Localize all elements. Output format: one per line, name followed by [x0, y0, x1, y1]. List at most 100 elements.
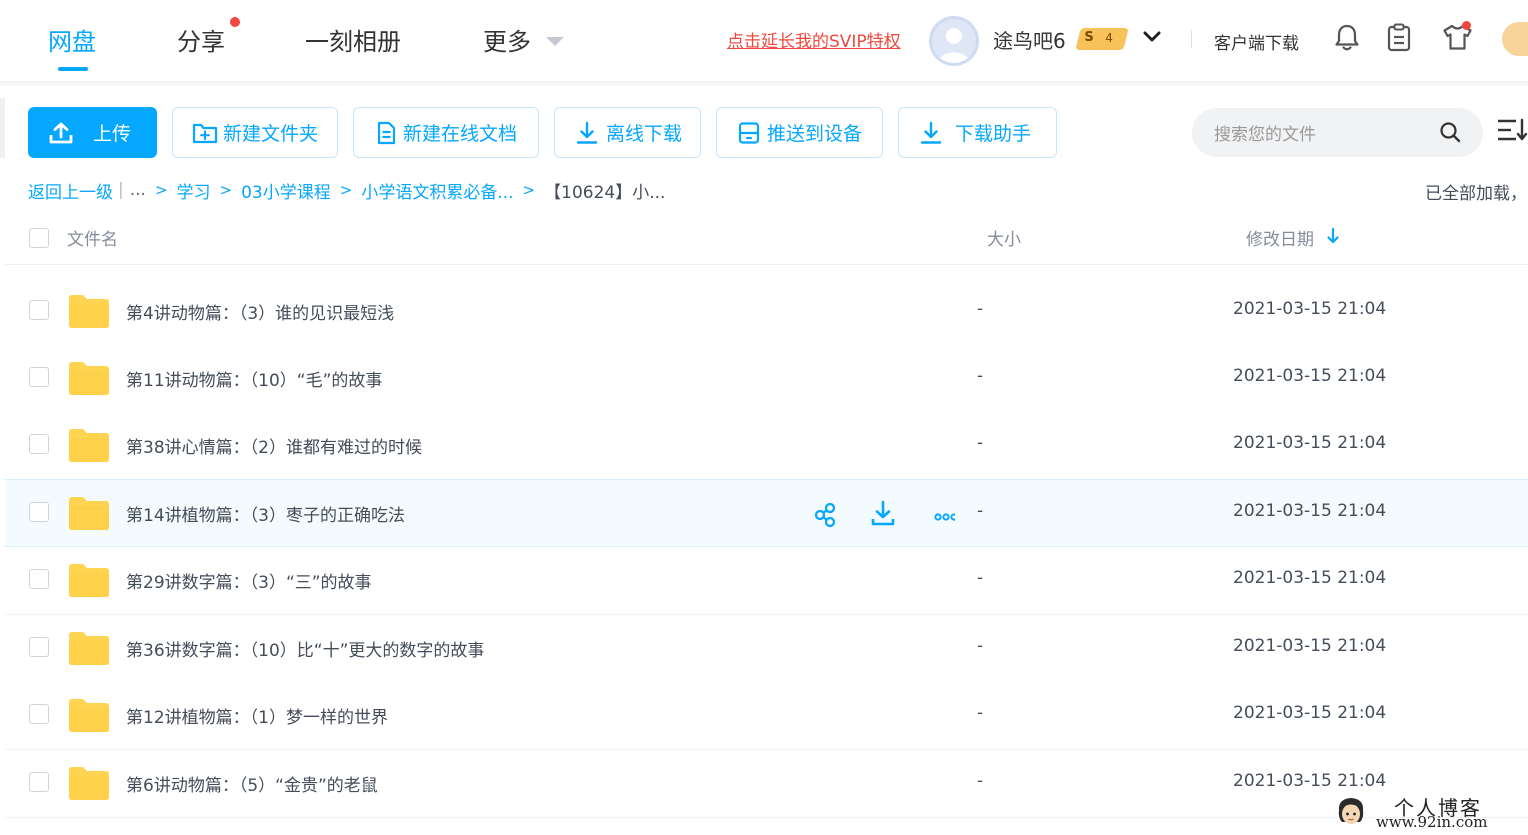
file-modified: 2021-03-15 21:04 [1233, 299, 1387, 319]
row-checkbox[interactable] [29, 569, 49, 589]
download-helper-icon [920, 121, 942, 144]
avatar-icon [938, 28, 970, 63]
breadcrumb-back[interactable]: 返回上一级 [28, 178, 113, 203]
table-row[interactable]: 第12讲植物篇：（1）梦一样的世界 - 2021-03-15 21:04 [5, 682, 1528, 750]
column-header-name[interactable]: 文件名 [67, 225, 118, 250]
more-options-icon[interactable] [907, 500, 955, 528]
upload-button[interactable]: 上传 [28, 107, 157, 158]
offline-download-button[interactable]: 离线下载 [554, 107, 701, 158]
table-row[interactable]: 第4讲动物篇：（3）谁的见识最短浅 - 2021-03-15 21:04 [5, 278, 1528, 346]
file-modified: 2021-03-15 21:04 [1233, 568, 1387, 588]
file-name[interactable]: 第12讲植物篇：（1）梦一样的世界 [126, 703, 388, 728]
table-header-divider [5, 264, 1528, 265]
svip-renew-link[interactable]: 点击延长我的SVIP特权 [727, 27, 901, 52]
avatar[interactable] [929, 16, 979, 66]
skin-notification-dot [1462, 21, 1471, 30]
select-all-checkbox[interactable] [29, 228, 49, 248]
column-header-size[interactable]: 大小 [987, 225, 1021, 250]
nav-tab-netdisk[interactable]: 网盘 [48, 22, 96, 57]
download-icon [576, 121, 598, 144]
file-name[interactable]: 第6讲动物篇：（5）“金贵”的老鼠 [126, 771, 378, 796]
folder-icon [69, 767, 109, 800]
breadcrumb-chevron-icon: > [219, 181, 233, 199]
table-row[interactable]: 第11讲动物篇：（10）“毛”的故事 - 2021-03-15 21:04 [5, 345, 1528, 413]
nav-tab-share[interactable]: 分享 [177, 22, 225, 57]
client-download-link[interactable]: 客户端下载 [1214, 29, 1299, 54]
file-size: - [977, 703, 984, 723]
svip-level-badge: S 4 [1075, 28, 1129, 50]
table-row[interactable]: 第36讲数字篇：（10）比“十”更大的数字的故事 - 2021-03-15 21… [5, 615, 1528, 683]
netdisk-page: { "nav": { "tabs": [ {"label": "网盘"}, {"… [0, 0, 1528, 835]
push-to-device-button[interactable]: 推送到设备 [716, 107, 883, 158]
upload-label: 上传 [93, 123, 132, 145]
left-edge-strip [0, 98, 5, 158]
push-to-device-label: 推送到设备 [767, 123, 863, 145]
list-sort-icon[interactable] [1497, 118, 1528, 144]
cartoon-face-icon [1338, 798, 1364, 824]
download-helper-button[interactable]: 下载助手 [898, 107, 1057, 158]
breadcrumb-chevron-icon: > [339, 181, 353, 199]
breadcrumb-item-primary-course[interactable]: 03小学课程 [241, 178, 331, 203]
folder-icon [69, 699, 109, 732]
nav-tab-more[interactable]: 更多 [483, 22, 531, 57]
row-checkbox[interactable] [29, 704, 49, 724]
file-modified: 2021-03-15 21:04 [1233, 433, 1387, 453]
coin-icon[interactable] [1502, 22, 1528, 56]
file-name[interactable]: 第14讲植物篇：（3）枣子的正确吃法 [126, 501, 405, 526]
more-caret-icon[interactable] [546, 37, 564, 46]
divider [1191, 30, 1192, 48]
loaded-status: 已全部加载， [1425, 184, 1527, 204]
top-navigation: 网盘 分享 一刻相册 更多 点击延长我的SVIP特权 途鸟吧6 S 4 客户端下… [0, 0, 1528, 87]
sort-desc-arrow-icon[interactable] [1326, 228, 1340, 244]
row-checkbox[interactable] [29, 772, 49, 792]
file-name[interactable]: 第29讲数字篇：（3）“三”的故事 [126, 568, 372, 593]
file-name[interactable]: 第11讲动物篇：（10）“毛”的故事 [126, 366, 382, 391]
table-row[interactable]: 第29讲数字篇：（3）“三”的故事 - 2021-03-15 21:04 [5, 547, 1528, 615]
new-online-doc-button[interactable]: 新建在线文档 [353, 107, 539, 158]
file-size: - [977, 299, 984, 319]
column-header-modified[interactable]: 修改日期 [1246, 225, 1314, 250]
file-name[interactable]: 第4讲动物篇：（3）谁的见识最短浅 [126, 299, 394, 324]
folder-icon [69, 632, 109, 665]
file-size: - [977, 366, 984, 386]
row-checkbox[interactable] [29, 300, 49, 320]
folder-icon [69, 295, 109, 328]
download-helper-label: 下载助手 [955, 123, 1032, 145]
row-checkbox[interactable] [29, 502, 49, 522]
share-icon[interactable] [811, 500, 859, 528]
breadcrumb-ellipsis[interactable]: ... [130, 180, 146, 200]
table-row[interactable]: 第6讲动物篇：（5）“金贵”的老鼠 - 2021-03-15 21:04 [5, 750, 1528, 818]
row-checkbox[interactable] [29, 637, 49, 657]
nav-tab-album[interactable]: 一刻相册 [305, 22, 401, 57]
file-size: - [977, 636, 984, 656]
breadcrumb-item-chinese[interactable]: 小学语文积累必备... [361, 178, 513, 203]
file-size: - [977, 568, 984, 588]
active-tab-indicator [58, 67, 88, 71]
file-modified: 2021-03-15 21:04 [1233, 703, 1387, 723]
search-box[interactable]: 搜索您的文件 [1192, 108, 1483, 157]
breadcrumb-item-study[interactable]: 学习 [177, 178, 211, 203]
clipboard-icon[interactable] [1386, 22, 1412, 52]
table-row[interactable]: 第14讲植物篇：（3）枣子的正确吃法 - 2021-03-15 21:04 [5, 479, 1528, 547]
search-icon[interactable] [1439, 121, 1461, 143]
file-name[interactable]: 第38讲心情篇：（2）谁都有难过的时候 [126, 433, 422, 458]
row-checkbox[interactable] [29, 434, 49, 454]
username[interactable]: 途鸟吧6 [993, 25, 1066, 54]
row-download-icon[interactable] [859, 500, 907, 528]
new-folder-button[interactable]: 新建文件夹 [172, 107, 338, 158]
row-actions [811, 500, 955, 528]
folder-icon [69, 429, 109, 462]
folder-icon [69, 362, 109, 395]
search-placeholder[interactable]: 搜索您的文件 [1214, 120, 1316, 145]
svip-symbol: S [1084, 30, 1094, 45]
file-size: - [977, 501, 984, 521]
file-name[interactable]: 第36讲数字篇：（10）比“十”更大的数字的故事 [126, 636, 484, 661]
chevron-down-icon[interactable] [1143, 30, 1161, 44]
row-checkbox[interactable] [29, 367, 49, 387]
bell-icon[interactable] [1333, 22, 1361, 52]
breadcrumb-current: 【10624】小... [544, 182, 666, 203]
table-row[interactable]: 第38讲心情篇：（2）谁都有难过的时候 - 2021-03-15 21:04 [5, 412, 1528, 480]
upload-icon [49, 122, 73, 143]
file-modified: 2021-03-15 21:04 [1233, 501, 1387, 521]
device-icon [738, 121, 760, 144]
